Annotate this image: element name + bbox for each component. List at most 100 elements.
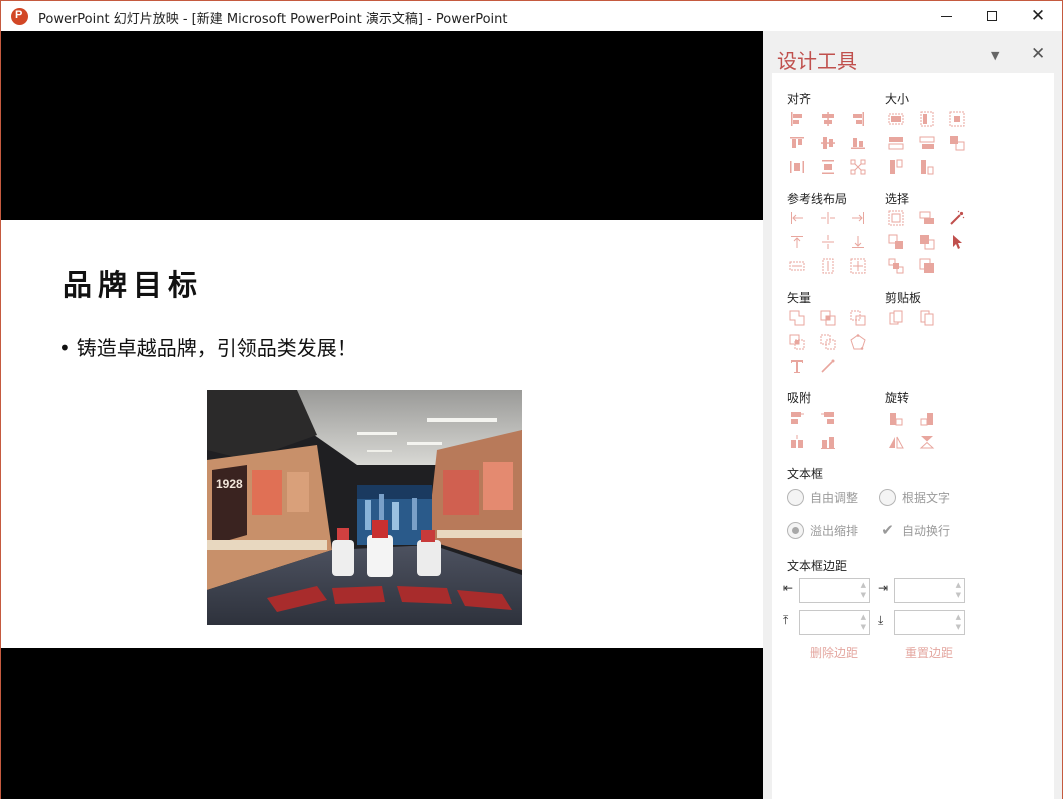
spin-down-icon[interactable]: ▼ (861, 592, 866, 599)
edit-points-icon[interactable] (850, 334, 866, 350)
paste-icon[interactable] (919, 310, 935, 326)
guide-height-icon[interactable] (820, 258, 836, 274)
section-textbox-label: 文本框 (787, 467, 824, 481)
shrink-overflow-radio[interactable]: 溢出缩排 (787, 522, 858, 539)
align-middle-icon[interactable] (820, 135, 836, 151)
delete-margin-button[interactable]: 删除边距 (810, 644, 858, 661)
margin-right-input[interactable]: ▲ ▼ (894, 578, 965, 603)
rotate-left-icon[interactable] (888, 410, 904, 426)
free-adjust-radio[interactable]: 自由调整 (787, 489, 858, 506)
text-to-shape-icon[interactable] (789, 358, 805, 374)
stretch-height-icon[interactable] (919, 135, 935, 151)
pane-close-button[interactable]: ✕ (1031, 44, 1045, 64)
pane-title: 设计工具 (777, 49, 857, 73)
window-title: PowerPoint 幻灯片放映 - [新建 Microsoft PowerPo… (38, 12, 508, 27)
flip-vertical-icon[interactable] (919, 434, 935, 450)
spin-down-icon[interactable]: ▼ (956, 592, 961, 599)
align-left-icon[interactable] (789, 111, 805, 127)
rotate-right-icon[interactable] (919, 410, 935, 426)
guide-full-icon[interactable] (850, 258, 866, 274)
pointer-icon[interactable] (949, 234, 965, 250)
fragment-icon[interactable] (850, 310, 866, 326)
same-width-icon[interactable] (888, 111, 904, 127)
intersect-icon[interactable] (789, 334, 805, 350)
section-align-label: 对齐 (787, 92, 812, 106)
guide-left-icon[interactable] (789, 210, 805, 226)
select-behind-icon[interactable] (919, 258, 935, 274)
auto-wrap-label: 自动换行 (902, 524, 951, 538)
snap-top-icon[interactable] (789, 434, 805, 450)
magic-wand-icon[interactable] (949, 210, 965, 226)
select-overlap-icon[interactable] (888, 234, 904, 250)
align-top-icon[interactable] (789, 135, 805, 151)
select-inside-icon[interactable] (919, 234, 935, 250)
slideshow-area[interactable]: 品牌目标 • 铸造卓越品牌，引领品类发展！ 1928 (1, 31, 763, 799)
minimize-button[interactable] (923, 1, 969, 31)
margin-left-input[interactable]: ▲ ▼ (799, 578, 870, 603)
reset-margin-button[interactable]: 重置边距 (905, 644, 953, 661)
fit-left-icon[interactable] (888, 159, 904, 175)
same-height-icon[interactable] (919, 111, 935, 127)
flip-horizontal-icon[interactable] (888, 434, 904, 450)
fit-text-label: 根据文字 (902, 491, 951, 505)
auto-wrap-checkbox[interactable]: ✔ 自动换行 (879, 522, 950, 539)
maximize-button[interactable] (969, 1, 1015, 31)
spin-down-icon[interactable]: ▼ (956, 624, 961, 631)
copy-icon[interactable] (888, 310, 904, 326)
spin-down-icon[interactable]: ▼ (861, 624, 866, 631)
select-same-fill-icon[interactable] (919, 210, 935, 226)
guide-middle-icon[interactable] (820, 234, 836, 250)
guide-top-icon[interactable] (789, 234, 805, 250)
select-same-type-icon[interactable] (888, 258, 904, 274)
section-clipboard-label: 剪贴板 (885, 291, 922, 305)
snap-bottom-icon[interactable] (820, 434, 836, 450)
showroom-image: 1928 (207, 390, 522, 625)
bullet-marker: • (59, 336, 71, 360)
pane-body: 对齐 大小 参考线布局 选择 矢量 剪贴板 吸附 旋转 文本框 文本框边距 自由… (772, 73, 1054, 799)
distribute-horizontal-icon[interactable] (789, 159, 805, 175)
swap-size-icon[interactable] (949, 135, 965, 151)
section-textbox-margin-label: 文本框边距 (787, 559, 848, 573)
same-size-icon[interactable] (949, 111, 965, 127)
minimize-icon (940, 15, 952, 17)
select-same-size-icon[interactable] (888, 210, 904, 226)
distribute-vertical-icon[interactable] (820, 159, 836, 175)
design-tools-pane: 设计工具 ▼ ✕ 对齐 大小 参考线布局 选择 矢量 剪贴板 吸附 旋转 文本框… (763, 31, 1062, 799)
subtract-icon[interactable] (820, 334, 836, 350)
snap-right-icon[interactable] (820, 410, 836, 426)
slide[interactable]: 品牌目标 • 铸造卓越品牌，引领品类发展！ 1928 (1, 220, 763, 648)
showroom-photo: 1928 (207, 390, 522, 625)
spin-up-icon[interactable]: ▲ (956, 582, 961, 589)
margin-top-icon: ⤒ (783, 613, 789, 627)
section-vector-label: 矢量 (787, 291, 812, 305)
radio-selected-icon (787, 522, 804, 539)
spin-up-icon[interactable]: ▲ (861, 582, 866, 589)
stretch-width-icon[interactable] (888, 135, 904, 151)
close-window-button[interactable]: ✕ (1015, 1, 1061, 31)
combine-icon[interactable] (820, 310, 836, 326)
pane-options-button[interactable]: ▼ (991, 49, 999, 62)
guide-right-icon[interactable] (850, 210, 866, 226)
margin-top-input[interactable]: ▲ ▼ (799, 610, 870, 635)
pen-icon[interactable] (820, 358, 836, 374)
fit-text-radio[interactable]: 根据文字 (879, 489, 950, 506)
spin-up-icon[interactable]: ▲ (956, 614, 961, 621)
free-adjust-label: 自由调整 (810, 491, 859, 505)
slide-title: 品牌目标 (63, 268, 204, 302)
margin-bottom-input[interactable]: ▲ ▼ (894, 610, 965, 635)
snap-left-icon[interactable] (789, 410, 805, 426)
radio-icon (879, 489, 896, 506)
guide-width-icon[interactable] (789, 258, 805, 274)
union-icon[interactable] (789, 310, 805, 326)
spin-up-icon[interactable]: ▲ (861, 614, 866, 621)
section-size-label: 大小 (885, 92, 910, 106)
guide-center-icon[interactable] (820, 210, 836, 226)
section-snap-label: 吸附 (787, 391, 812, 405)
distribute-grid-icon[interactable] (850, 159, 866, 175)
align-center-icon[interactable] (820, 111, 836, 127)
align-right-icon[interactable] (850, 111, 866, 127)
fit-bottom-icon[interactable] (919, 159, 935, 175)
align-bottom-icon[interactable] (850, 135, 866, 151)
guide-bottom-icon[interactable] (850, 234, 866, 250)
app-window: PowerPoint 幻灯片放映 - [新建 Microsoft PowerPo… (0, 0, 1063, 799)
